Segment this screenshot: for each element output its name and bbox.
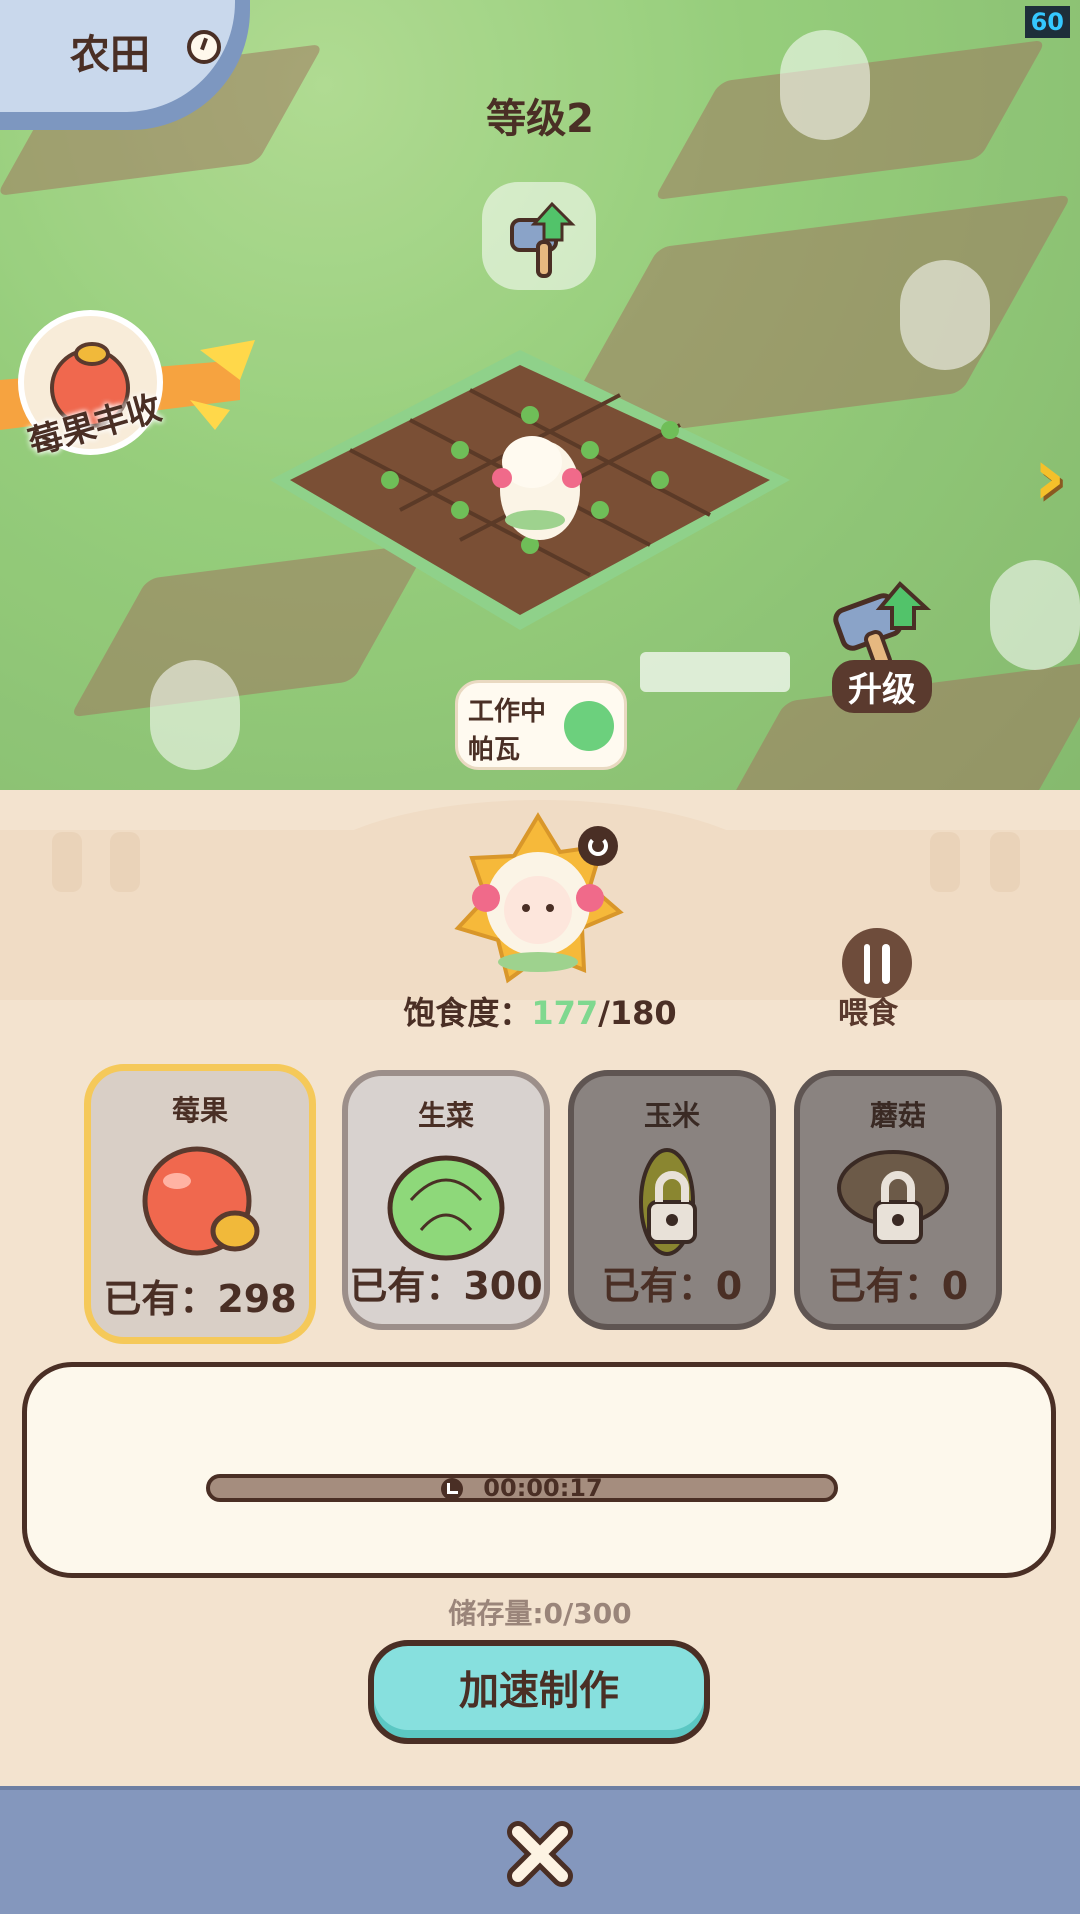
mushroom-icon (837, 1150, 949, 1244)
lettuce-icon (387, 1155, 505, 1261)
clock-icon (441, 1478, 464, 1500)
satiety-current: 177 (531, 994, 599, 1032)
crop-quantity: 已有：0 (601, 1264, 743, 1308)
crop-card-corn[interactable]: 玉米 已有：0 (568, 1070, 776, 1330)
page-title: 农田 (70, 32, 150, 78)
fence-post (110, 832, 140, 892)
feed-button[interactable]: 喂食 (838, 988, 898, 1032)
production-progress-bar: 00:00:17 (206, 1474, 838, 1502)
upgrade-hint-bubble[interactable] (482, 182, 596, 290)
worker-status: 工作中 (468, 697, 547, 727)
close-icon[interactable] (504, 1818, 576, 1890)
level-label: 等级2 (486, 96, 594, 142)
crop-quantity: 已有：298 (103, 1277, 297, 1321)
hammer-icon (510, 201, 576, 278)
fps-counter: 60 (1024, 6, 1070, 38)
refresh-icon[interactable] (578, 826, 618, 866)
upgrade-label[interactable]: 升级 (832, 660, 932, 713)
info-icon[interactable] (187, 30, 221, 64)
crop-quantity: 已有：300 (349, 1264, 543, 1308)
smile-icon (564, 701, 614, 751)
crop-name: 莓果 (171, 1094, 228, 1127)
hammer-icon (833, 581, 932, 670)
crop-name: 玉米 (643, 1099, 700, 1132)
crop-quantity: 已有：0 (827, 1264, 969, 1308)
progress-timer: 00:00:17 (210, 1474, 834, 1502)
fence-post (930, 832, 960, 892)
next-arrow-icon[interactable]: › (1033, 430, 1066, 523)
farm-plot[interactable] (270, 350, 790, 670)
crop-name: 生菜 (417, 1099, 474, 1132)
timer-text: 00:00:17 (483, 1474, 603, 1502)
production-progress-box (22, 1362, 1056, 1578)
satiety-label: 饱食度： (403, 994, 532, 1032)
berry-icon (142, 1146, 260, 1256)
satiety-max: /180 (598, 994, 677, 1032)
crop-card-lettuce[interactable]: 生菜 已有：300 (342, 1070, 550, 1330)
worker-name: 帕瓦 (468, 735, 521, 765)
crop-card-mushroom[interactable]: 蘑菇 已有：0 (794, 1070, 1002, 1330)
satiety-display: 饱食度：177/180 (0, 988, 1080, 1034)
speed-up-button[interactable]: 加速制作 (368, 1640, 710, 1744)
fence-post (990, 832, 1020, 892)
corn-icon (639, 1148, 697, 1256)
worker-status-bubble: 工作中 帕瓦 (455, 680, 627, 770)
crop-name: 蘑菇 (869, 1099, 926, 1132)
fence-post (52, 832, 82, 892)
crop-card-berry[interactable]: 莓果 已有：298 (84, 1064, 316, 1344)
storage-label: 储存量:0/300 (448, 1597, 632, 1630)
